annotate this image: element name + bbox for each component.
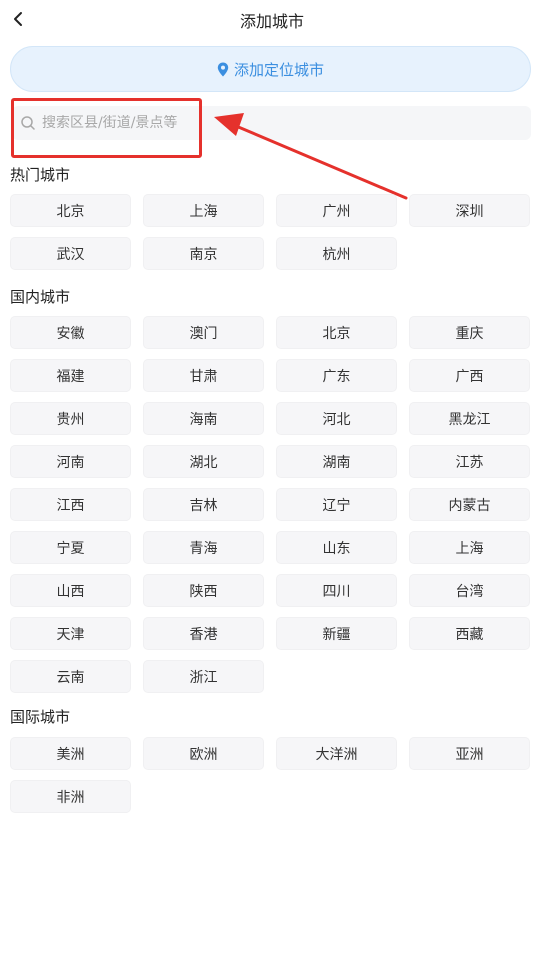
city-button[interactable]: 浙江 <box>143 660 264 693</box>
hot-cities-grid: 北京 上海 广州 深圳武汉 南京 杭州 <box>10 194 531 270</box>
city-button[interactable]: 内蒙古 <box>409 488 530 521</box>
city-button[interactable]: 江苏 <box>409 445 530 478</box>
city-button[interactable]: 湖南 <box>276 445 397 478</box>
city-button[interactable]: 重庆 <box>409 316 530 349</box>
add-city-page: 添加城市 添加定位城市 热门城市 北京上海广州深圳武汉南京杭州 国内城市 安徽澳… <box>0 0 544 954</box>
city-button[interactable]: 天津 <box>10 617 131 650</box>
hot-cities-title: 热门城市 <box>10 166 71 184</box>
city-button[interactable]: 广州 <box>276 194 397 227</box>
city-button[interactable]: 河南 <box>10 445 131 478</box>
city-button[interactable]: 湖北 <box>143 445 264 478</box>
city-button[interactable]: 澳门 <box>143 316 264 349</box>
city-button[interactable]: 武汉 <box>10 237 131 270</box>
city-button[interactable]: 大洋洲 <box>276 737 397 770</box>
location-pin-icon <box>217 62 229 76</box>
city-button[interactable]: 山东 <box>276 531 397 564</box>
city-button[interactable]: 海南 <box>143 402 264 435</box>
search-input[interactable] <box>42 115 482 131</box>
city-button[interactable]: 深圳 <box>409 194 530 227</box>
city-button[interactable]: 香港 <box>143 617 264 650</box>
city-button[interactable]: 陕西 <box>143 574 264 607</box>
city-button[interactable]: 广东 <box>276 359 397 392</box>
city-button[interactable]: 新疆 <box>276 617 397 650</box>
city-button[interactable]: 亚洲 <box>409 737 530 770</box>
city-button[interactable]: 青海 <box>143 531 264 564</box>
page-title: 添加城市 <box>239 12 304 31</box>
domestic-cities-title: 国内城市 <box>10 288 71 306</box>
city-button[interactable]: 贵州 <box>10 402 131 435</box>
top-bar: 添加城市 <box>0 0 544 40</box>
city-button[interactable]: 福建 <box>10 359 131 392</box>
city-button[interactable]: 欧洲 <box>143 737 264 770</box>
city-button[interactable]: 北京 <box>10 194 131 227</box>
city-button[interactable]: 杭州 <box>276 237 397 270</box>
add-location-city-button[interactable]: 添加定位城市 <box>10 46 531 92</box>
city-button[interactable]: 辽宁 <box>276 488 397 521</box>
city-button[interactable]: 江西 <box>10 488 131 521</box>
international-cities-title: 国际城市 <box>10 708 71 726</box>
city-button[interactable]: 非洲 <box>10 780 131 813</box>
city-button[interactable]: 美洲 <box>10 737 131 770</box>
add-location-city-label: 添加定位城市 <box>233 60 324 79</box>
city-button[interactable]: 北京 <box>276 316 397 349</box>
city-button[interactable]: 云南 <box>10 660 131 693</box>
search-bar[interactable] <box>12 106 531 140</box>
city-button[interactable]: 河北 <box>276 402 397 435</box>
search-icon <box>21 116 35 130</box>
domestic-cities-grid: 安徽 澳门 北京 重庆福建 甘肃 广东 广西贵州 海南 河北 黑龙江河南 湖北 湖南 江苏江西 吉林 辽宁内… <box>10 316 531 693</box>
city-button[interactable]: 上海 <box>409 531 530 564</box>
city-button[interactable]: 宁夏 <box>10 531 131 564</box>
city-button[interactable]: 黑龙江 <box>409 402 530 435</box>
city-button[interactable]: 上海 <box>143 194 264 227</box>
city-button[interactable]: 山西 <box>10 574 131 607</box>
city-button[interactable]: 广西 <box>409 359 530 392</box>
city-button[interactable]: 四川 <box>276 574 397 607</box>
city-button[interactable]: 安徽 <box>10 316 131 349</box>
international-cities-grid: 美洲 欧洲 大洋洲 亚洲非洲 <box>10 737 531 813</box>
city-button[interactable]: 吉林 <box>143 488 264 521</box>
city-button[interactable]: 甘肃 <box>143 359 264 392</box>
city-button[interactable]: 西藏 <box>409 617 530 650</box>
city-button[interactable]: 南京 <box>143 237 264 270</box>
city-button[interactable]: 台湾 <box>409 574 530 607</box>
